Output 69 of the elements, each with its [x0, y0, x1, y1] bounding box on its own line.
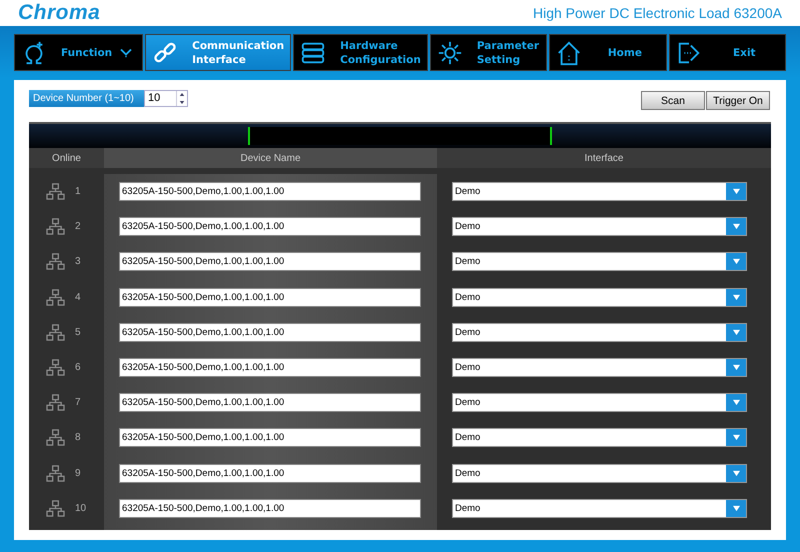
network-icon — [46, 218, 65, 236]
row-number: 1 — [75, 186, 81, 198]
dropdown-arrow-icon — [732, 470, 740, 477]
interface-dropdown[interactable]: Demo — [452, 182, 747, 202]
network-icon — [46, 429, 65, 446]
row-number: 3 — [75, 256, 81, 268]
row-number: 6 — [75, 362, 81, 374]
interface-dropdown[interactable]: Demo — [452, 358, 747, 378]
row-number: 8 — [75, 432, 81, 444]
trigger-button[interactable]: Trigger On — [706, 91, 770, 110]
nav-tab[interactable]: Parameter Setting — [430, 34, 548, 71]
nav-tab[interactable]: Function — [14, 34, 144, 71]
dropdown-arrow-icon — [732, 294, 740, 301]
network-icon — [46, 359, 65, 376]
dropdown-arrow-icon — [732, 434, 740, 442]
network-icon — [46, 253, 65, 270]
device-number-spinner[interactable]: 10 — [144, 90, 188, 107]
row-number: 9 — [75, 468, 81, 479]
dropdown-arrow-icon — [732, 223, 740, 230]
network-icon — [46, 394, 65, 412]
row-number: 10 — [75, 502, 86, 514]
row-number: 5 — [75, 326, 81, 338]
dropdown-arrow-icon — [732, 258, 740, 266]
dropdown-arrow-icon — [732, 188, 740, 196]
nav-tab[interactable]: Communication Interface — [145, 34, 292, 71]
gear-icon — [436, 40, 463, 66]
nav-tab[interactable]: Hardware Configuration — [293, 34, 428, 71]
interface-dropdown[interactable]: Demo — [452, 252, 747, 272]
device-name-field[interactable]: 63205A-150-500,Demo,1.00,1.00,1.00 — [119, 322, 421, 342]
interface-dropdown[interactable]: Demo — [452, 428, 747, 448]
nav-tab[interactable]: Exit — [668, 34, 786, 71]
device-number-label: Device Number (1~10) — [29, 90, 144, 107]
network-icon — [46, 324, 65, 341]
logo: Chroma — [18, 1, 100, 25]
up-arrow-icon[interactable] — [179, 92, 185, 98]
interface-dropdown[interactable]: Demo — [452, 217, 747, 236]
nav-tab[interactable]: Home — [549, 34, 667, 71]
device-name-field[interactable]: 63205A-150-500,Demo,1.00,1.00,1.00 — [119, 288, 421, 307]
down-arrow-icon[interactable] — [179, 100, 185, 105]
device-name-field[interactable]: 63205A-150-500,Demo,1.00,1.00,1.00 — [119, 358, 421, 378]
network-icon — [46, 500, 65, 517]
network-icon — [46, 464, 65, 482]
interface-dropdown[interactable]: Demo — [452, 393, 747, 412]
interface-dropdown[interactable]: Demo — [452, 322, 747, 342]
app-title: High Power DC Electronic Load 63200A — [532, 5, 782, 21]
device-name-field[interactable]: 63205A-150-500,Demo,1.00,1.00,1.00 — [119, 464, 421, 483]
dropdown-arrow-icon — [732, 328, 740, 336]
scan-button[interactable]: Scan — [641, 91, 705, 110]
row-number: 2 — [75, 221, 81, 232]
house-icon — [556, 40, 582, 66]
interface-dropdown[interactable]: Demo — [452, 498, 747, 518]
device-name-field[interactable]: 63205A-150-500,Demo,1.00,1.00,1.00 — [119, 217, 421, 236]
device-name-field[interactable]: 63205A-150-500,Demo,1.00,1.00,1.00 — [119, 252, 421, 272]
row-number: 7 — [75, 397, 81, 408]
interface-dropdown[interactable]: Demo — [452, 464, 747, 483]
network-icon — [46, 183, 65, 200]
dropdown-arrow-icon — [732, 364, 740, 372]
dropdown-arrow-icon — [732, 399, 740, 406]
device-name-field[interactable]: 63205A-150-500,Demo,1.00,1.00,1.00 — [119, 182, 421, 202]
dropdown-arrow-icon — [732, 504, 740, 512]
interface-dropdown[interactable]: Demo — [452, 288, 747, 307]
device-name-field[interactable]: 63205A-150-500,Demo,1.00,1.00,1.00 — [119, 393, 421, 412]
device-name-field[interactable]: 63205A-150-500,Demo,1.00,1.00,1.00 — [119, 428, 421, 448]
column-header: Online — [29, 148, 104, 168]
network-icon — [46, 288, 65, 306]
row-number: 4 — [75, 292, 81, 303]
column-header: Interface — [437, 148, 771, 168]
column-header: Device Name — [104, 148, 437, 168]
device-name-field[interactable]: 63205A-150-500,Demo,1.00,1.00,1.00 — [119, 498, 421, 518]
